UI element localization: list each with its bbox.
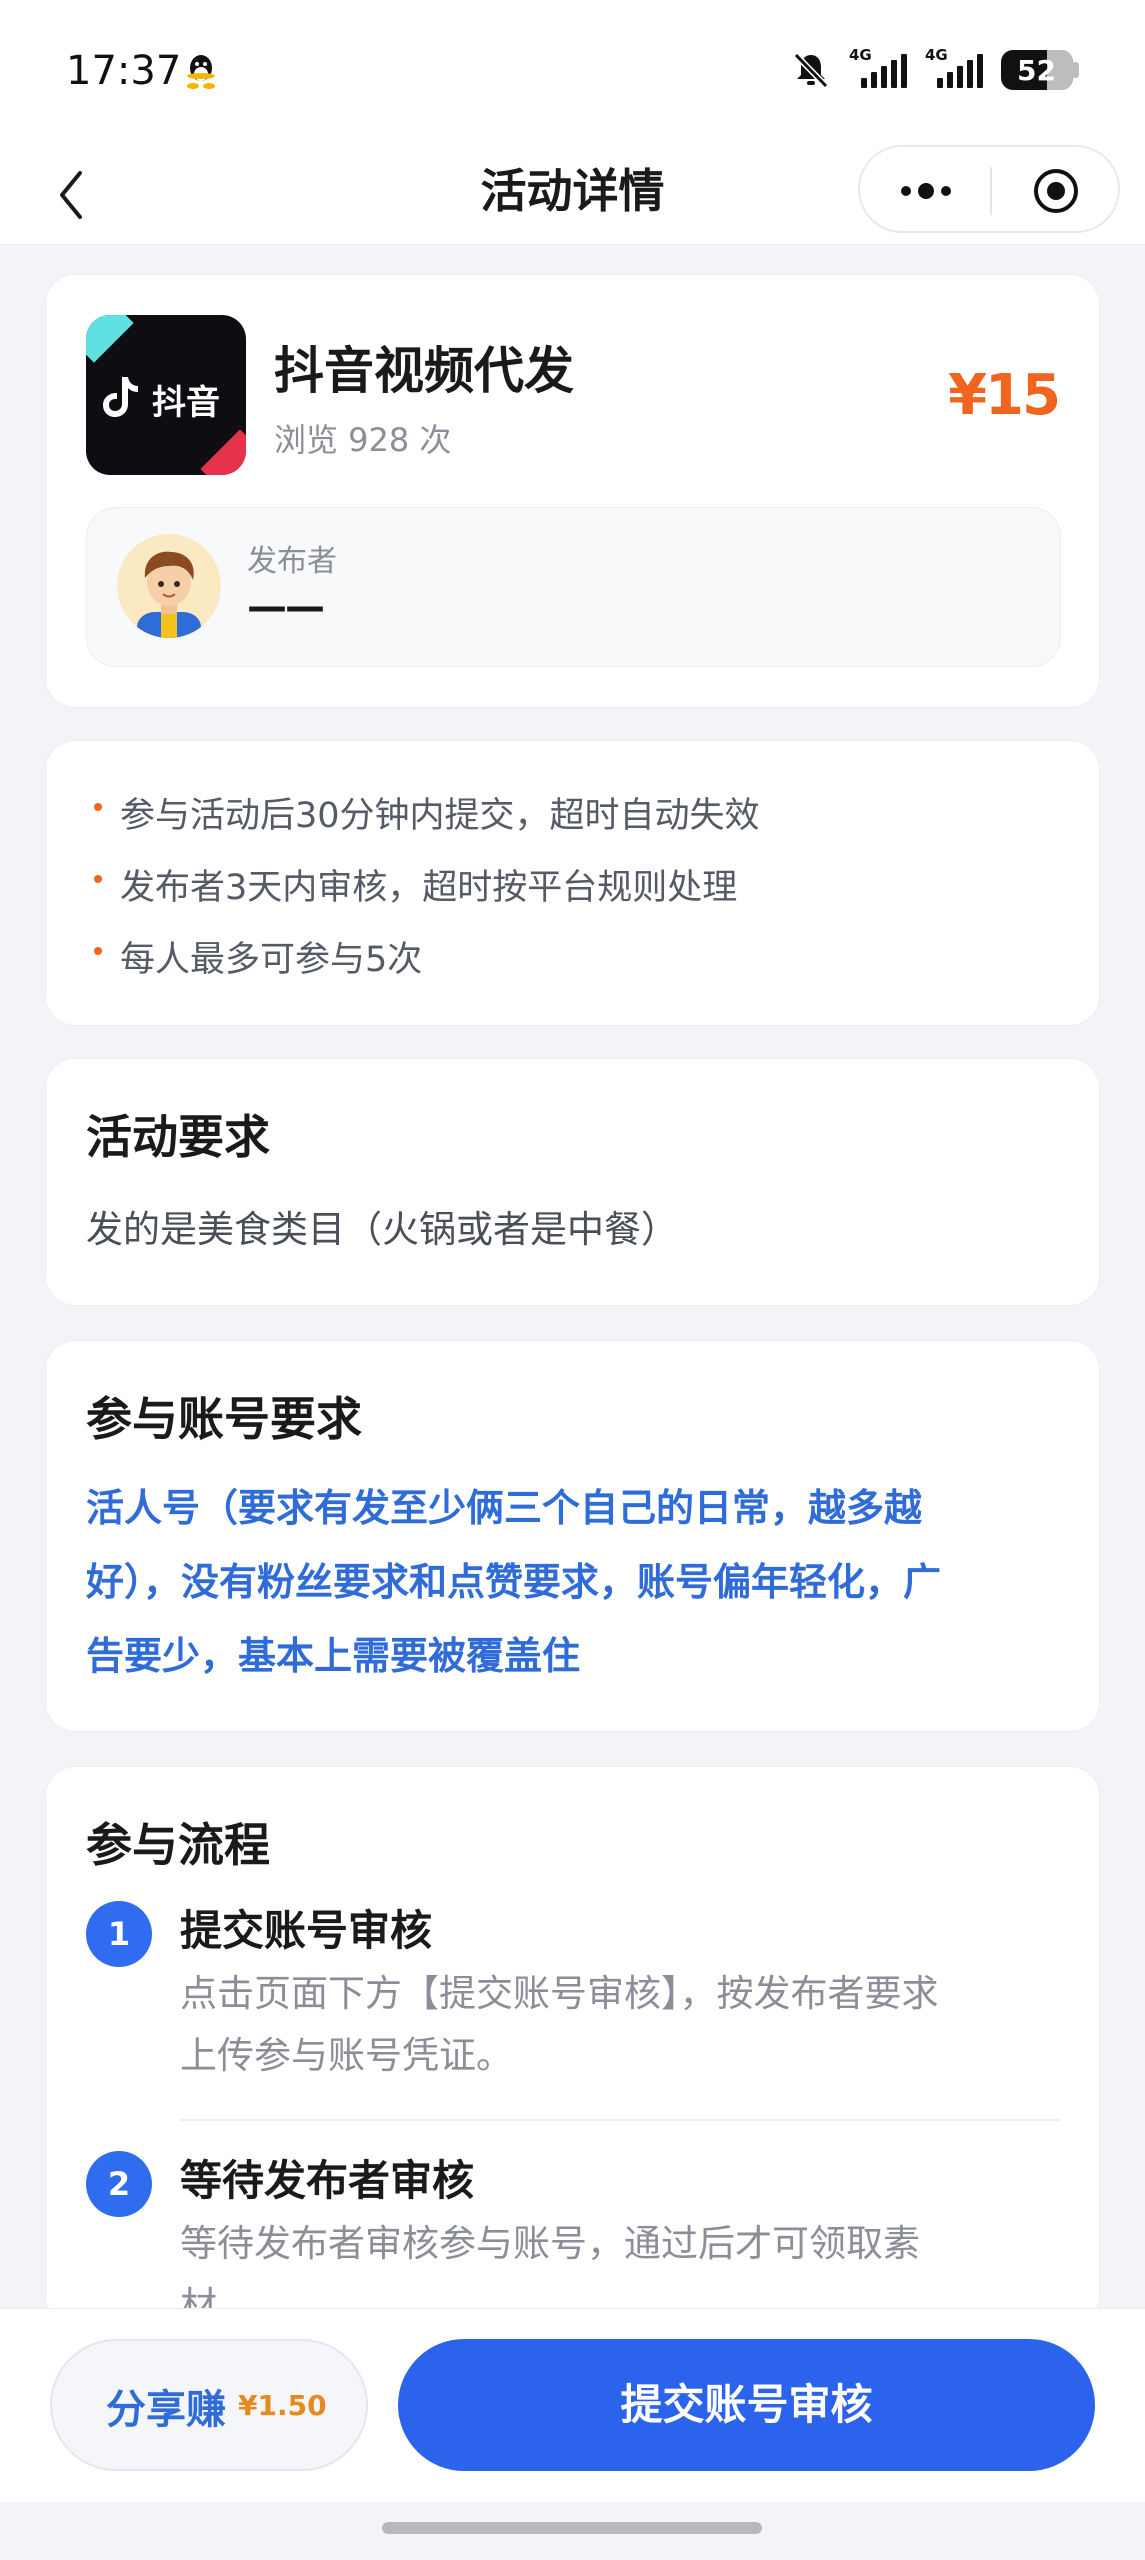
process-card: 参与流程 1 提交账号审核 点击页面下方【提交账号审核】，按发布者要求 上传参与…: [45, 1766, 1100, 2327]
qq-icon: [187, 55, 215, 89]
activity-card: 抖音 抖音视频代发 浏览 928 次 ¥15 发布者 ——: [45, 274, 1100, 708]
rule-text: 发布者3天内审核，超时按平台规则处理: [120, 868, 738, 908]
status-time: 17:37: [66, 48, 182, 94]
rules-card: 参与活动后30分钟内提交，超时自动失效 发布者3天内审核，超时按平台规则处理 每…: [45, 740, 1100, 1026]
tiktok-icon: [103, 377, 138, 417]
step-number: 1: [86, 1901, 152, 1967]
mute-icon: [793, 52, 829, 89]
share-label: 分享赚: [106, 2387, 226, 2433]
share-amount: ¥1.50: [238, 2389, 327, 2422]
step-title: 等待发布者审核: [180, 2156, 475, 2205]
record-icon[interactable]: [1032, 167, 1080, 215]
step-description: 点击页面下方【提交账号审核】，按发布者要求 上传参与账号凭证。: [180, 1963, 1080, 2087]
battery-level: 52: [1017, 54, 1056, 87]
battery-icon: 52: [1001, 50, 1073, 90]
account-requirements-line: 活人号（要求有发至少俩三个自己的日常，越多越: [86, 1486, 923, 1530]
page: 17:37 4G 4G 52 活动详情 抖音 抖音视频代发 浏览 928 次 ¥…: [0, 0, 1145, 2560]
account-requirements-line: 好），没有粉丝要求和点赞要求，账号偏年轻化，广: [86, 1560, 942, 1604]
step-divider: [180, 2119, 1060, 2121]
rule-text: 每人最多可参与5次: [120, 940, 423, 980]
account-requirements-card: 参与账号要求 活人号（要求有发至少俩三个自己的日常，越多越 好），没有粉丝要求和…: [45, 1340, 1100, 1732]
nav-bar: 活动详情: [0, 145, 1145, 245]
more-icon[interactable]: [896, 169, 956, 213]
status-icons: 4G 4G 52: [791, 46, 1079, 92]
requirements-card: 活动要求 发的是美食类目（火锅或者是中餐）: [45, 1058, 1100, 1306]
requirements-body: 发的是美食类目（火锅或者是中餐）: [86, 1208, 678, 1251]
step-description-line: 等待发布者审核参与账号，通过后才可领取素: [180, 2222, 920, 2265]
home-indicator[interactable]: [382, 2522, 762, 2534]
account-requirements-body: 活人号（要求有发至少俩三个自己的日常，越多越 好），没有粉丝要求和点赞要求，账号…: [86, 1471, 1066, 1693]
rule-item: 参与活动后30分钟内提交，超时自动失效: [94, 787, 760, 838]
view-count: 浏览 928 次: [274, 421, 452, 459]
process-title: 参与流程: [86, 1818, 270, 1872]
step-description-line: 点击页面下方【提交账号审核】，按发布者要求: [180, 1972, 939, 2015]
step-number: 2: [86, 2151, 152, 2217]
signal-label: 4G: [849, 46, 872, 64]
logo-text: 抖音: [152, 383, 220, 423]
reward-price: ¥15: [948, 363, 1061, 428]
rule-text: 参与活动后30分钟内提交，超时自动失效: [120, 796, 760, 836]
publisher-label: 发布者: [247, 544, 337, 579]
activity-title: 抖音视频代发: [274, 342, 574, 400]
rule-item: 发布者3天内审核，超时按平台规则处理: [94, 859, 738, 910]
publisher-name: ——: [247, 584, 325, 630]
rule-item: 每人最多可参与5次: [94, 931, 423, 982]
avatar: [117, 534, 221, 638]
step-description-line: 上传参与账号凭证。: [180, 2034, 513, 2077]
account-requirements-line: 告要少，基本上需要被覆盖住: [86, 1634, 581, 1678]
step-title: 提交账号审核: [180, 1906, 433, 1955]
bottom-action-bar: 分享赚 ¥1.50 提交账号审核: [0, 2308, 1145, 2502]
requirements-title: 活动要求: [86, 1110, 270, 1164]
signal-icon: 4G: [925, 46, 983, 88]
account-requirements-title: 参与账号要求: [86, 1392, 362, 1446]
mini-program-capsule: [858, 145, 1120, 233]
douyin-logo: 抖音: [86, 315, 246, 475]
publisher-box[interactable]: 发布者 ——: [86, 507, 1061, 667]
status-bar: 17:37 4G 4G 52: [0, 0, 1145, 145]
submit-account-review-button[interactable]: 提交账号审核: [398, 2339, 1095, 2471]
share-earn-button[interactable]: 分享赚 ¥1.50: [50, 2339, 368, 2471]
signal-icon: 4G: [849, 46, 907, 88]
signal-label: 4G: [925, 46, 948, 64]
